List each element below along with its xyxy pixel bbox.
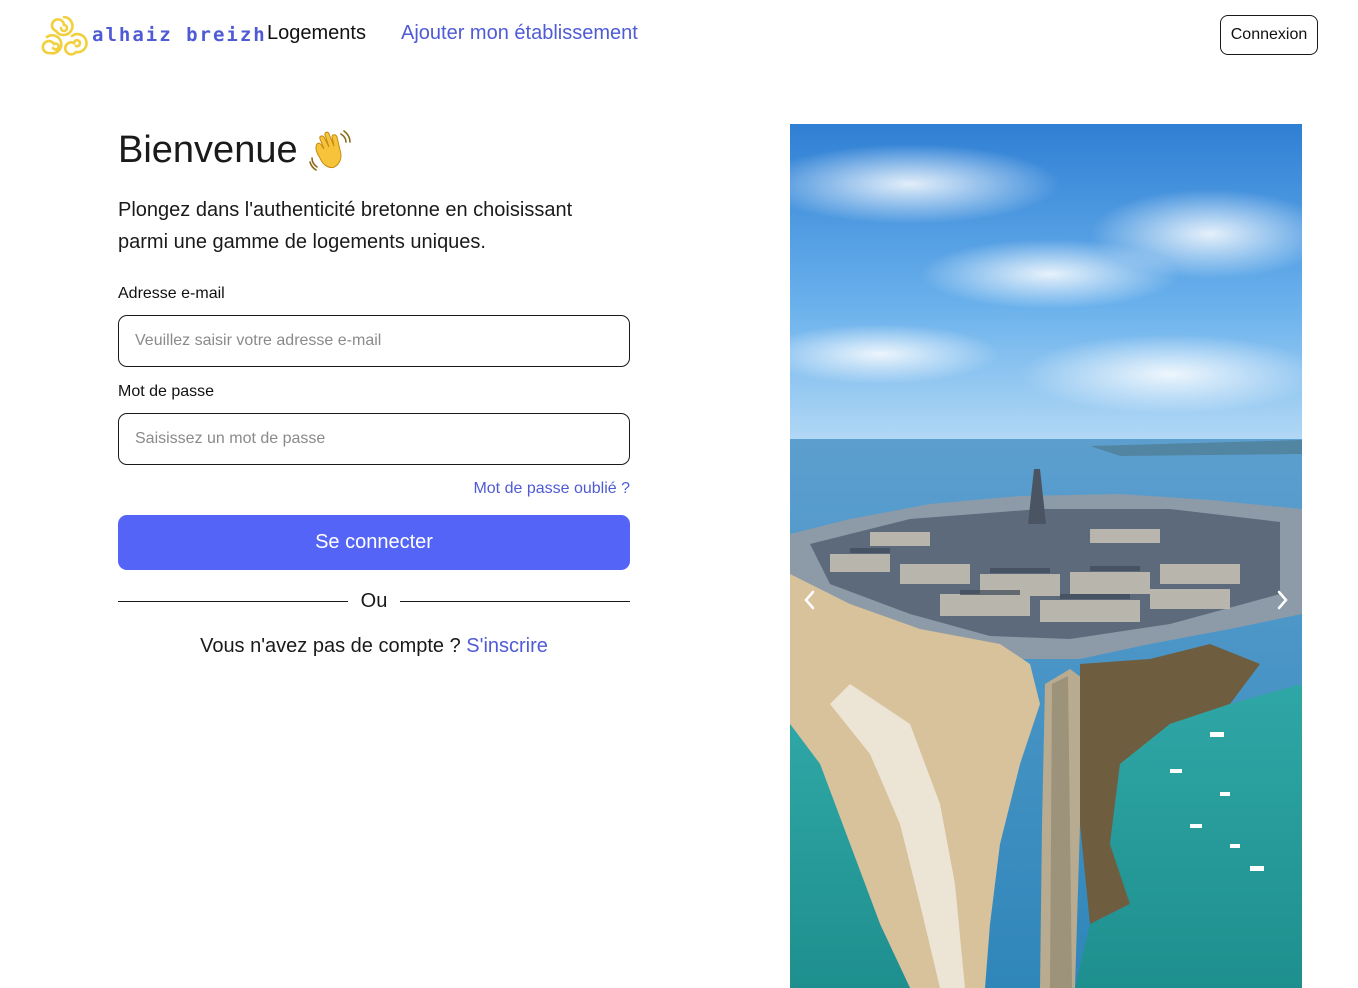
login-submit-button[interactable]: Se connecter <box>118 515 630 570</box>
chevron-right-icon[interactable] <box>1268 586 1296 614</box>
divider-line-right <box>400 600 630 602</box>
divider-line-left <box>118 600 348 602</box>
logo-text: alhaiz breizh <box>92 24 267 46</box>
chevron-left-icon[interactable] <box>796 586 824 614</box>
forgot-password-link[interactable]: Mot de passe oublié ? <box>473 480 630 497</box>
waving-hand-icon <box>308 130 351 171</box>
login-form: Bienvenue Plongez dans l'authenticité br… <box>118 124 630 658</box>
password-input[interactable] <box>118 413 630 465</box>
nav-add-establishment-link[interactable]: Ajouter mon établissement <box>401 22 638 45</box>
forgot-password-row: Mot de passe oublié ? <box>118 480 630 500</box>
intro-text: Plongez dans l'authenticité bretonne en … <box>118 199 573 253</box>
password-label: Mot de passe <box>118 383 215 400</box>
divider-label: Ou <box>360 589 388 612</box>
logo-link[interactable]: alhaiz breizh <box>37 11 267 61</box>
image-carousel <box>790 124 1302 988</box>
carousel-photo <box>790 124 1302 988</box>
nav-logements-link[interactable]: Logements <box>267 22 366 45</box>
or-divider: Ou <box>118 588 630 614</box>
signup-link[interactable]: S'inscrire <box>466 635 548 657</box>
signup-prompt: Vous n'avez pas de compte ? <box>200 635 461 657</box>
signup-row: Vous n'avez pas de compte ? S'inscrire <box>118 635 630 658</box>
email-input[interactable] <box>118 315 630 367</box>
welcome-heading: Bienvenue <box>118 124 630 176</box>
header-login-button[interactable]: Connexion <box>1220 15 1318 55</box>
top-navbar: alhaiz breizh Logements Ajouter mon étab… <box>0 0 1358 70</box>
triskelion-logo-icon <box>41 15 88 56</box>
email-label: Adresse e-mail <box>118 285 225 302</box>
welcome-title-text: Bienvenue <box>118 128 298 171</box>
